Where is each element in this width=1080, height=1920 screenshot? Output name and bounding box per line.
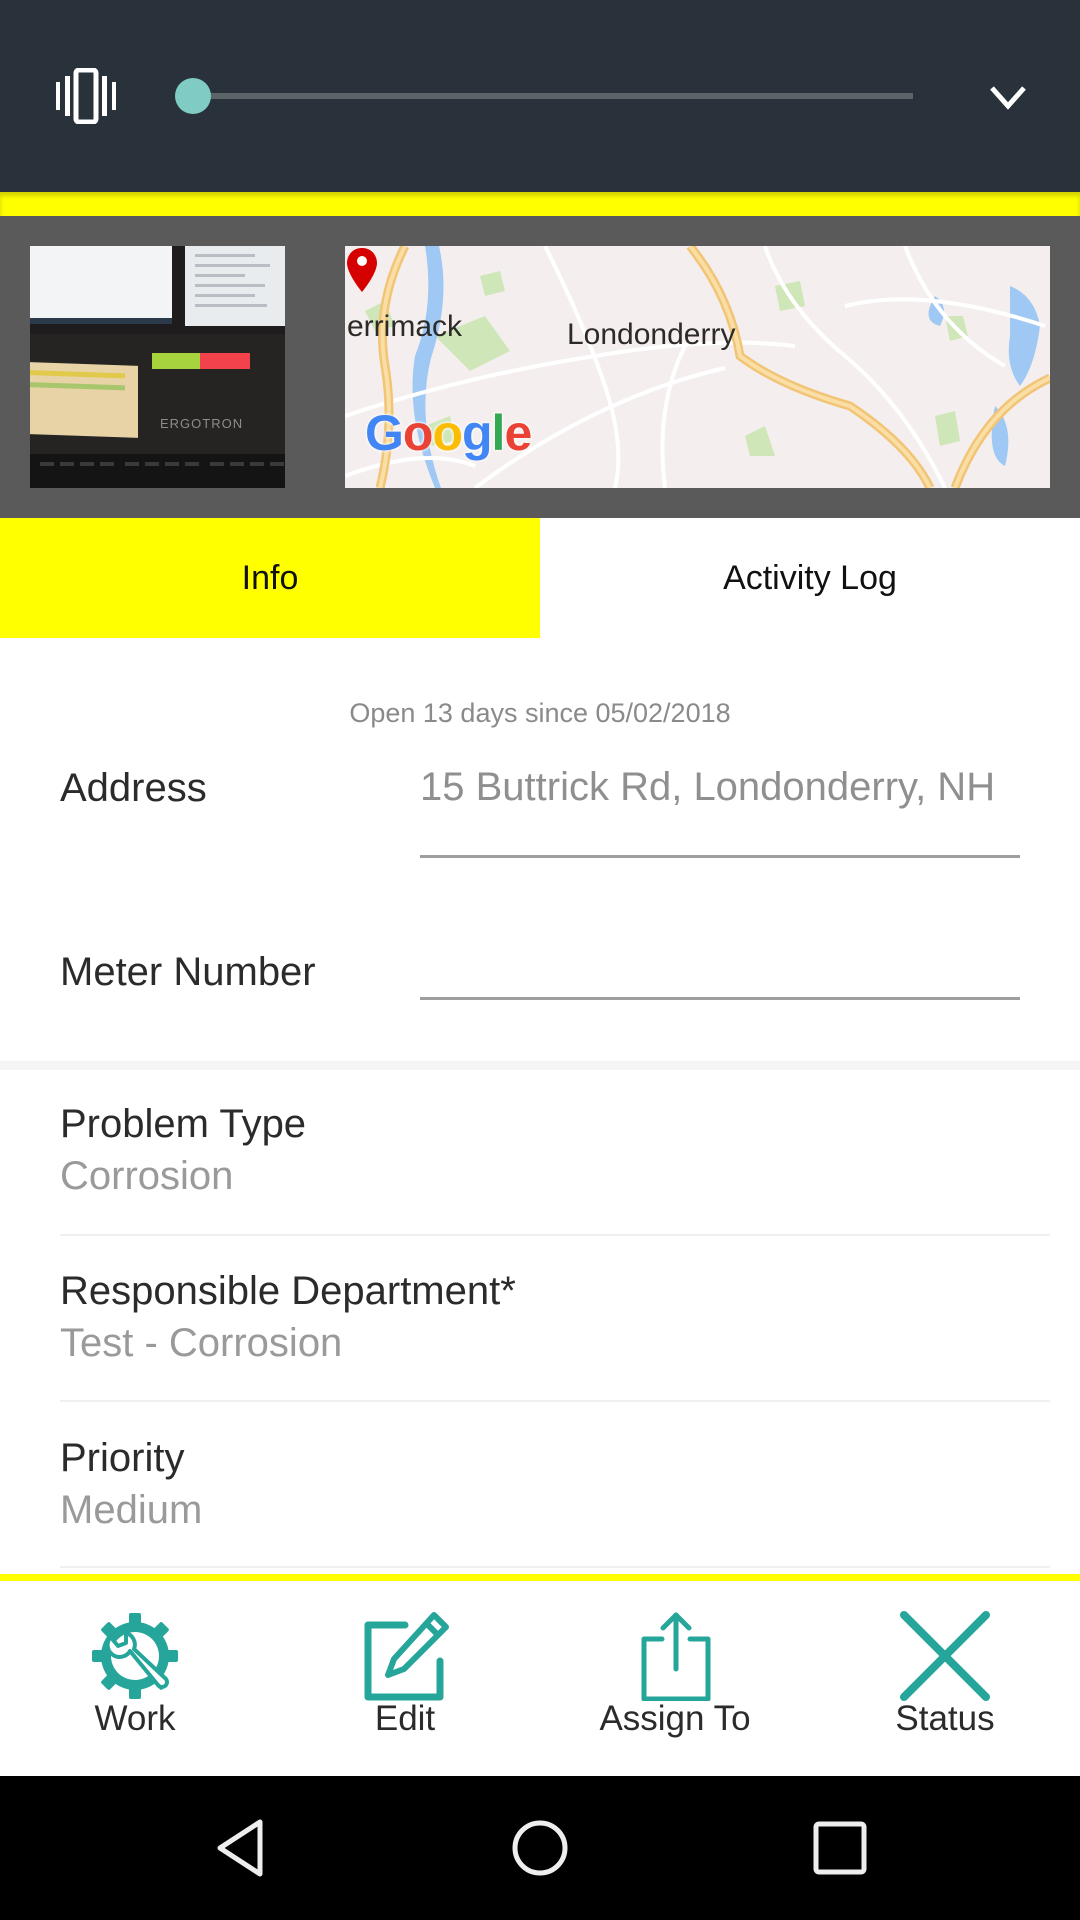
map-label-merrimack: errimack — [347, 310, 463, 343]
location-map[interactable]: errimack Londonderry Google — [345, 246, 1050, 488]
back-icon[interactable] — [208, 1816, 272, 1880]
google-logo: Google — [365, 405, 532, 461]
header-accent-strip — [0, 192, 1080, 216]
divider — [60, 1566, 1050, 1568]
meter-number-label: Meter Number — [60, 950, 316, 994]
share-upload-icon — [641, 1612, 711, 1701]
volume-slider[interactable] — [175, 78, 913, 114]
work-button[interactable]: Work — [0, 1581, 270, 1776]
map-label-londonderry: Londonderry — [567, 318, 736, 351]
edit-pencil-icon — [364, 1612, 449, 1701]
address-field[interactable]: 15 Buttrick Rd, Londonderry, NH — [420, 766, 1020, 808]
section-divider — [0, 1061, 1080, 1070]
action-bar: Work Edit Assign To Status — [0, 1581, 1080, 1776]
system-nav-bar — [0, 1776, 1080, 1920]
photo-thumbnail[interactable]: ERGOTRON — [30, 246, 285, 488]
address-label: Address — [60, 766, 207, 810]
priority-value: Medium — [60, 1488, 203, 1532]
problem-type-value: Corrosion — [60, 1154, 234, 1198]
address-underline — [420, 855, 1020, 858]
tab-info[interactable]: Info — [0, 518, 540, 638]
meter-number-underline — [420, 997, 1020, 1000]
map-pin-icon — [347, 248, 377, 292]
chevron-down-icon[interactable] — [984, 78, 1032, 118]
edit-label: Edit — [374, 1699, 436, 1738]
responsible-department-title: Responsible Department* — [60, 1269, 516, 1313]
photo-brand-text: ERGOTRON — [160, 416, 244, 431]
meter-number-input[interactable] — [420, 950, 1020, 998]
status-label: Status — [895, 1699, 995, 1738]
assign-to-button[interactable]: Assign To — [540, 1581, 810, 1776]
slider-thumb[interactable] — [175, 78, 211, 114]
problem-type-item[interactable]: Problem Type Corrosion — [60, 1098, 1050, 1202]
status-button[interactable]: Status — [810, 1581, 1080, 1776]
tab-activity-log[interactable]: Activity Log — [540, 518, 1080, 638]
divider — [60, 1234, 1050, 1236]
home-icon[interactable] — [508, 1816, 572, 1880]
gear-wrench-icon — [92, 1613, 178, 1699]
volume-panel — [0, 0, 1080, 192]
priority-item[interactable]: Priority Medium — [60, 1432, 1050, 1536]
close-x-icon — [900, 1611, 990, 1701]
assign-to-label: Assign To — [599, 1699, 751, 1738]
responsible-department-value: Test - Corrosion — [60, 1321, 343, 1365]
edit-button[interactable]: Edit — [270, 1581, 540, 1776]
responsible-department-item[interactable]: Responsible Department* Test - Corrosion — [60, 1265, 1050, 1369]
problem-type-title: Problem Type — [60, 1102, 307, 1146]
open-since-text: Open 13 days since 05/02/2018 — [349, 698, 731, 728]
media-section: ERGOTRON errimack Londonderry Google — [0, 216, 1080, 518]
work-label: Work — [94, 1699, 176, 1738]
tab-bar: Info Activity Log — [0, 518, 1080, 638]
divider — [60, 1400, 1050, 1402]
priority-title: Priority — [60, 1436, 185, 1480]
action-bar-accent — [0, 1574, 1080, 1581]
vibrate-icon[interactable] — [56, 68, 136, 124]
slider-track — [191, 93, 913, 99]
recents-icon[interactable] — [808, 1816, 872, 1880]
